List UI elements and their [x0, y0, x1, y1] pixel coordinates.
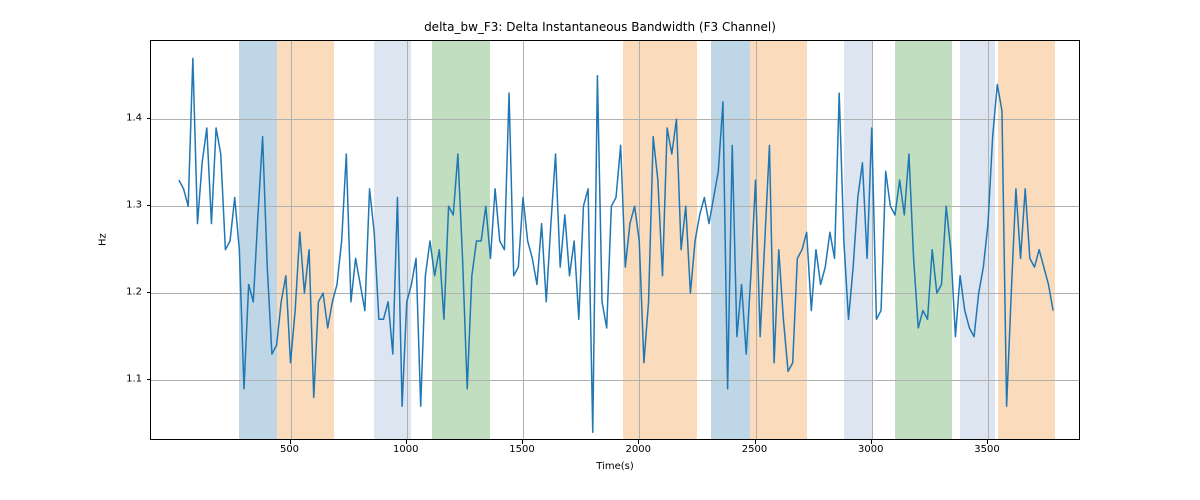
xtick-label: 500: [280, 444, 299, 455]
xtick-label: 1500: [509, 444, 534, 455]
ytick-label: 1.1: [126, 374, 142, 385]
ytick-mark: [147, 379, 151, 380]
data-series-line: [179, 58, 1053, 432]
xtick-mark: [522, 440, 523, 444]
ytick-mark: [147, 292, 151, 293]
axes: Time(s) Hz 500 1000 1500 2000 2500 3000 …: [150, 40, 1080, 440]
ytick-label: 1.3: [126, 200, 142, 211]
xtick-label: 2500: [742, 444, 767, 455]
xtick-mark: [290, 440, 291, 444]
xtick-label: 3000: [858, 444, 883, 455]
xtick-label: 1000: [393, 444, 418, 455]
xtick-mark: [871, 440, 872, 444]
line-plot: [151, 41, 1080, 440]
xtick-mark: [987, 440, 988, 444]
ytick-mark: [147, 205, 151, 206]
xtick-mark: [638, 440, 639, 444]
xtick-mark: [755, 440, 756, 444]
y-axis-label: Hz: [98, 40, 108, 440]
xtick-label: 3500: [974, 444, 999, 455]
ytick-label: 1.4: [126, 113, 142, 124]
xtick-mark: [406, 440, 407, 444]
x-axis-label: Time(s): [150, 461, 1080, 472]
plot-area: [150, 40, 1080, 440]
ytick-mark: [147, 118, 151, 119]
chart-title: delta_bw_F3: Delta Instantaneous Bandwid…: [0, 20, 1200, 34]
ytick-label: 1.2: [126, 287, 142, 298]
figure: delta_bw_F3: Delta Instantaneous Bandwid…: [0, 0, 1200, 500]
xtick-label: 2000: [626, 444, 651, 455]
